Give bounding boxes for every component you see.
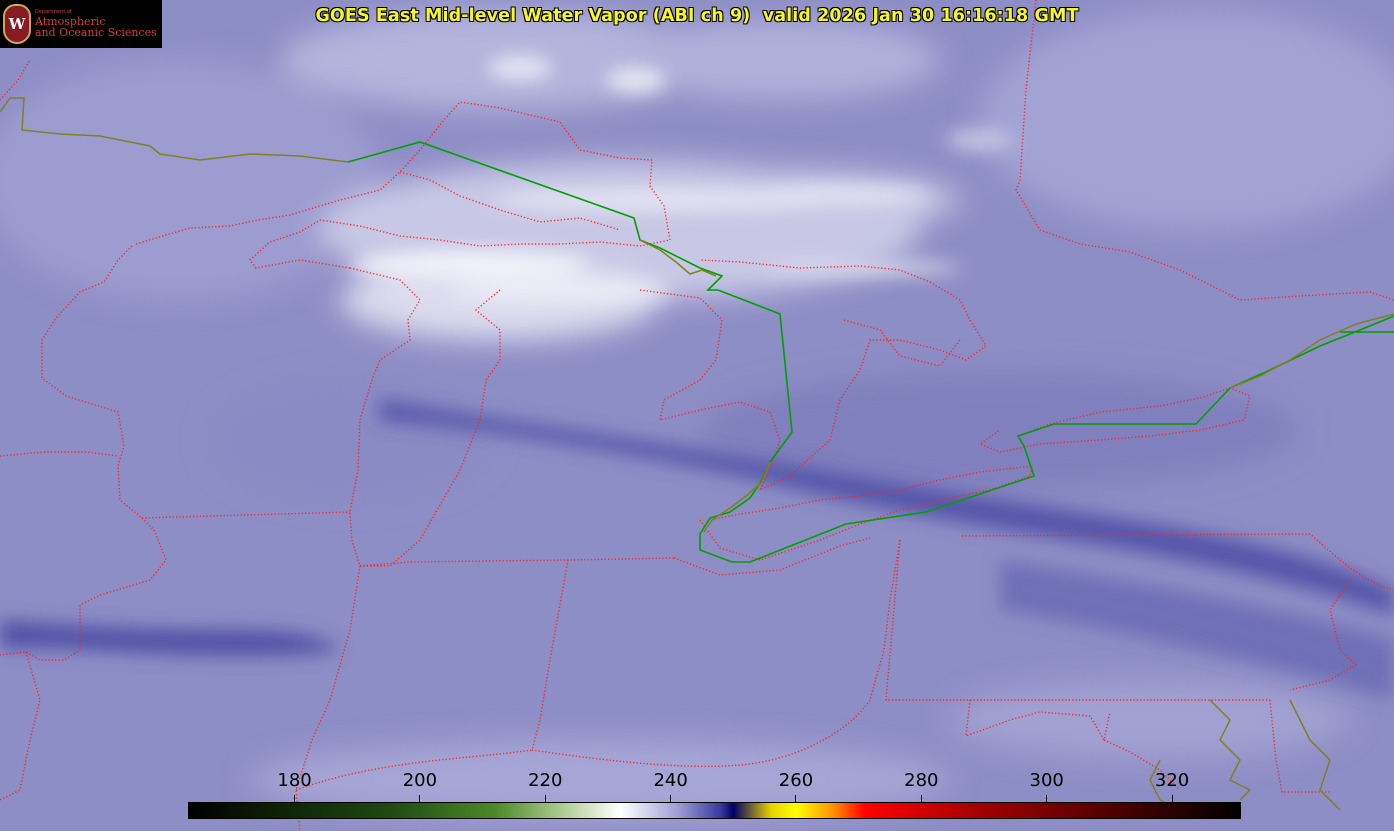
colorbar-tick-label: 200: [402, 770, 438, 791]
colorbar-tick-label: 320: [1154, 770, 1190, 791]
colorbar-tick-label: 220: [528, 770, 563, 791]
colorbar-tick-mark: [795, 795, 797, 802]
colorbar-tick-mark: [419, 795, 421, 802]
colorbar-tick-label: 180: [277, 770, 312, 791]
map-title: GOES East Mid-level Water Vapor (ABI ch …: [315, 6, 1079, 26]
logo-line-2: and Oceanic Sciences: [35, 26, 157, 39]
colorbar-tick-label: 300: [1029, 770, 1064, 791]
colorbar-tick-label: 280: [904, 770, 939, 791]
colorbar-tick-label: 260: [778, 770, 814, 791]
colorbar-tick-mark: [1171, 795, 1173, 802]
colorbar-tick-label: 240: [653, 770, 688, 791]
colorbar-tick-mark: [294, 795, 296, 802]
colorbar-tick-mark: [544, 795, 546, 802]
water-vapor-map: [0, 0, 1394, 831]
colorbar-tick-mark: [670, 795, 672, 802]
colorbar: [188, 802, 1241, 819]
colorbar-tick-mark: [1046, 795, 1048, 802]
colorbar-tick-mark: [920, 795, 922, 802]
